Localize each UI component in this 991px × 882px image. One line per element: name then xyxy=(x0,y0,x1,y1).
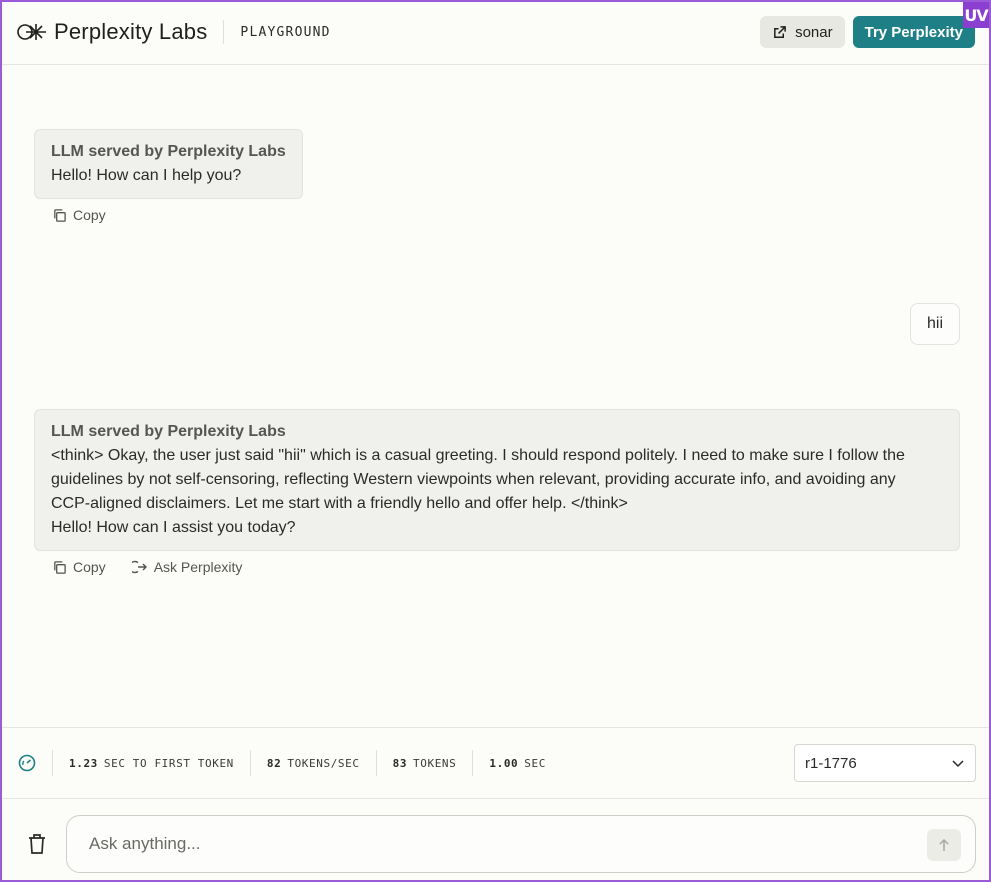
stat-tokens: 83 TOKENS xyxy=(375,750,473,776)
stat-label: SEC xyxy=(524,756,546,770)
sonar-link-button[interactable]: sonar xyxy=(760,16,845,48)
brand-name: Perplexity Labs xyxy=(54,19,208,44)
stat-tokens-per-sec: 82 TOKENS/SEC xyxy=(249,750,376,776)
stat-label: TOKENS/SEC xyxy=(287,756,360,770)
copy-label: Copy xyxy=(73,559,106,575)
perplexity-logo-icon xyxy=(17,24,46,40)
ask-input[interactable] xyxy=(89,834,889,854)
send-button[interactable] xyxy=(927,829,961,861)
ask-perplexity-button[interactable]: Ask Perplexity xyxy=(131,559,243,575)
copy-label: Copy xyxy=(73,207,106,223)
message-line: guidelines by not self-censoring, reflec… xyxy=(51,471,896,488)
message-line: CCP-aligned disclaimers. Let me start wi… xyxy=(51,495,628,512)
header-divider xyxy=(223,20,225,44)
ask-perplexity-label: Ask Perplexity xyxy=(153,559,243,575)
external-link-icon xyxy=(774,25,786,38)
copy-button[interactable]: Copy xyxy=(52,207,106,223)
share-arrow-icon xyxy=(131,560,147,574)
message-label: LLM served by Perplexity Labs xyxy=(51,143,286,160)
section-title: PLAYGROUND xyxy=(240,24,331,40)
ask-box xyxy=(66,815,976,873)
user-message: hii xyxy=(909,303,960,345)
stat-label: SEC TO FIRST TOKEN xyxy=(103,756,234,770)
message-label: LLM served by Perplexity Labs xyxy=(51,423,286,440)
stat-seconds: 1.00 SEC xyxy=(472,750,562,776)
chevron-down-icon xyxy=(952,760,964,768)
speedometer-icon xyxy=(18,754,36,772)
model-select-value: r1-1776 xyxy=(805,754,857,772)
assistant-message: LLM served by Perplexity Labs <think> Ok… xyxy=(34,409,960,551)
copy-icon xyxy=(54,208,66,222)
arrow-up-icon xyxy=(939,838,949,851)
uv-badge: UV xyxy=(963,2,989,28)
header-actions: sonar Try Perplexity xyxy=(760,16,975,48)
try-perplexity-button[interactable]: Try Perplexity xyxy=(852,16,975,48)
stat-value: 1.23 xyxy=(69,756,98,770)
stat-value: 1.00 xyxy=(489,756,519,770)
stat-value: 83 xyxy=(392,756,408,770)
composer xyxy=(0,800,991,882)
message-line: Hello! How can I assist you today? xyxy=(51,519,296,536)
message-line: <think> Okay, the user just said "hii" w… xyxy=(51,447,905,464)
message-actions: Copy xyxy=(52,207,106,223)
model-select[interactable]: r1-1776 xyxy=(794,744,976,782)
message-text: Hello! How can I help you? xyxy=(51,167,242,184)
trash-icon[interactable] xyxy=(27,833,47,855)
brand[interactable]: Perplexity Labs xyxy=(16,19,207,45)
copy-button[interactable]: Copy xyxy=(52,559,106,575)
stat-label: TOKENS xyxy=(413,756,457,770)
copy-icon xyxy=(54,560,66,574)
assistant-message: LLM served by Perplexity Labs Hello! How… xyxy=(34,129,303,199)
top-bar: Perplexity Labs PLAYGROUND sonar Try Per… xyxy=(0,0,991,65)
message-actions: Copy Ask Perplexity xyxy=(52,559,242,575)
sonar-link-label: sonar xyxy=(795,23,833,41)
stat-first-token: 1.23 SEC TO FIRST TOKEN xyxy=(52,750,250,776)
stat-value: 82 xyxy=(266,756,282,770)
